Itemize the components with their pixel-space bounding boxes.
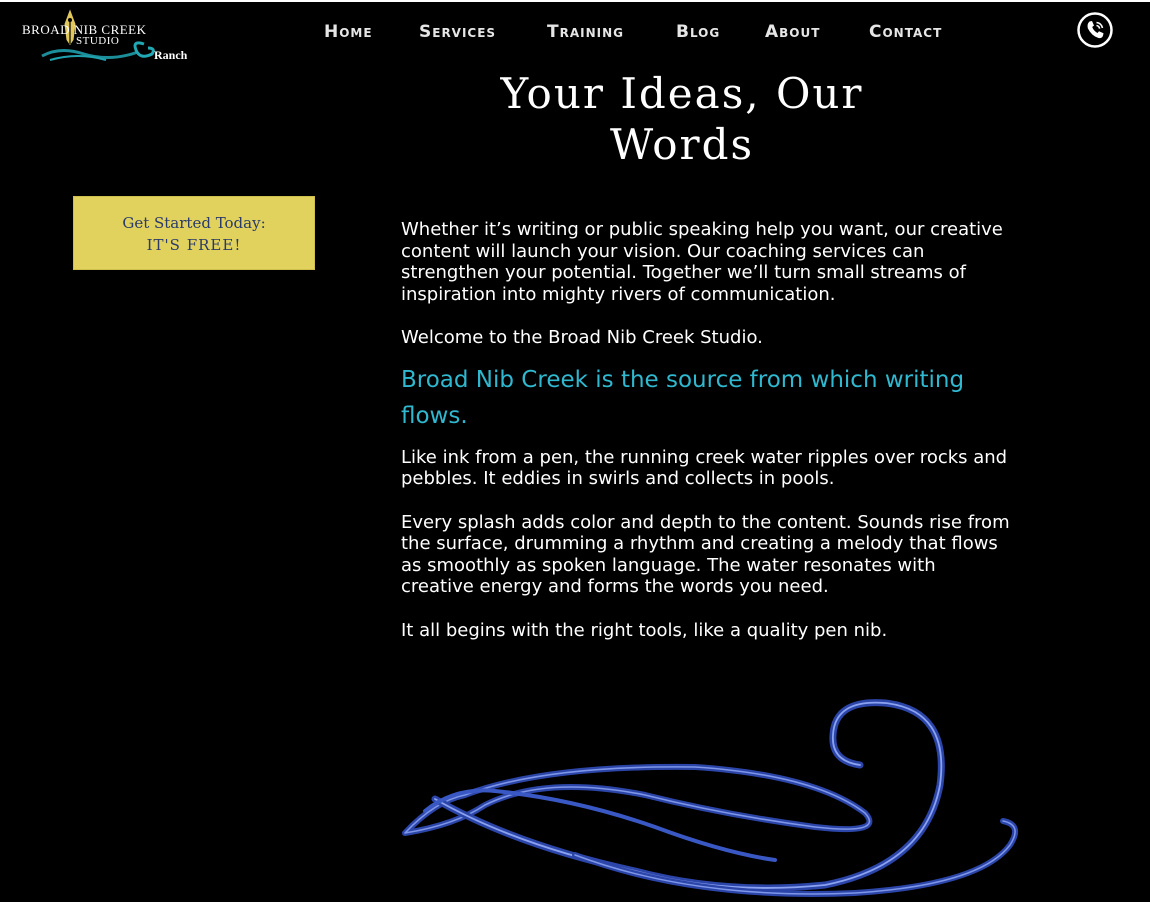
get-started-button[interactable]: Get Started Today: IT'S FREE! xyxy=(73,196,315,270)
welcome-text: Welcome to the Broad Nib Creek Studio. xyxy=(401,327,763,348)
nav-services[interactable]: Services xyxy=(419,20,547,44)
phone-button[interactable] xyxy=(1076,11,1114,49)
page-title-line-1: Your Ideas, Our xyxy=(500,69,864,118)
page-title: Your Ideas, Our Words xyxy=(480,68,884,170)
main-nav: Home Services Training Blog About Contac… xyxy=(324,20,969,44)
nav-home[interactable]: Home xyxy=(324,20,419,44)
intro-paragraph: Whether it’s writing or public speaking … xyxy=(401,219,1003,305)
cta-line-2: IT'S FREE! xyxy=(146,236,242,254)
logo-line-2: STUDIO xyxy=(76,35,120,47)
tagline: Broad Nib Creek is the source from which… xyxy=(401,366,965,429)
logo-line-3: Ranch xyxy=(154,48,188,62)
nav-contact[interactable]: Contact xyxy=(869,20,969,44)
nav-training[interactable]: Training xyxy=(547,20,676,44)
site-logo[interactable]: BROAD NIB CREEK STUDIO Ranch xyxy=(20,6,200,64)
top-border xyxy=(0,0,1150,2)
paragraph-ink: Like ink from a pen, the running creek w… xyxy=(401,446,1008,490)
nav-blog[interactable]: Blog xyxy=(676,20,765,44)
cta-line-1: Get Started Today: xyxy=(122,214,266,232)
page-title-line-2: Words xyxy=(609,120,755,169)
ink-swirl-decoration xyxy=(402,699,1019,897)
phone-icon xyxy=(1077,12,1113,48)
paragraph-splash: Every splash adds color and depth to the… xyxy=(401,511,1010,598)
nav-about[interactable]: About xyxy=(765,20,869,44)
main-content: Whether it’s writing or public speaking … xyxy=(401,219,1011,641)
paragraph-tools: It all begins with the right tools, like… xyxy=(401,619,888,641)
